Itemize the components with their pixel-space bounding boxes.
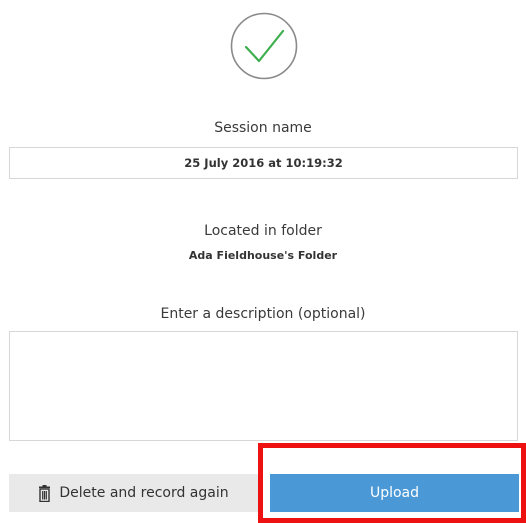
description-field[interactable] — [9, 331, 518, 441]
session-name-field[interactable] — [9, 147, 518, 179]
folder-label: Located in folder — [204, 223, 322, 239]
upload-button[interactable]: Upload — [270, 474, 519, 512]
description-label: Enter a description (optional) — [160, 306, 366, 322]
session-name-label: Session name — [214, 120, 312, 136]
folder-name: Ada Fieldhouse's Folder — [188, 249, 338, 262]
delete-button-label: Delete and record again — [59, 485, 229, 501]
delete-and-record-again-button[interactable]: Delete and record again — [9, 474, 258, 512]
check-circle-icon — [230, 12, 298, 80]
trash-icon — [38, 484, 51, 502]
